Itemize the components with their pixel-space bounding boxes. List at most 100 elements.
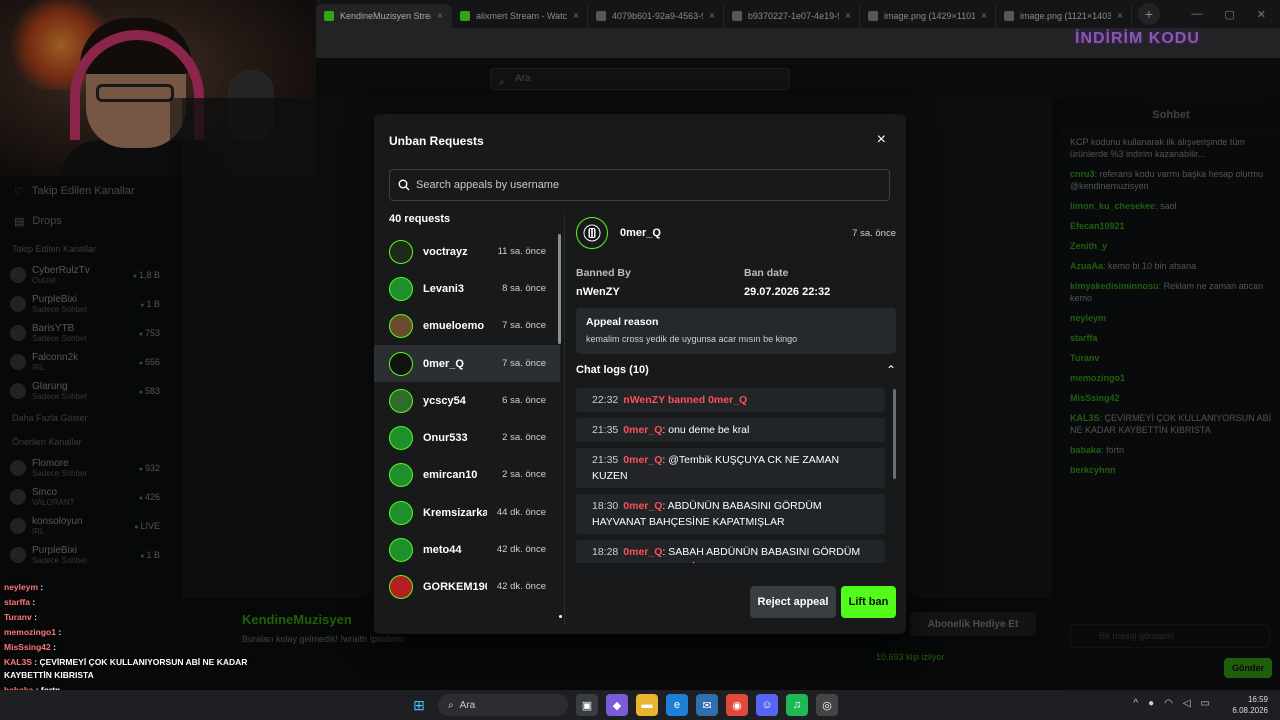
appeal-reason-box: Appeal reason kemalim cross yedik de uyg…	[576, 308, 896, 354]
log-user[interactable]: 0mer_Q	[623, 454, 662, 466]
club-badge-icon	[583, 224, 601, 242]
request-time: 2 sa. önce	[502, 432, 546, 444]
appeal-search-box[interactable]	[389, 169, 890, 201]
wifi-icon[interactable]: ◠	[1164, 698, 1173, 709]
user-avatar	[389, 426, 413, 451]
ban-date-block: Ban date 29.07.2026 22:32	[744, 267, 830, 298]
request-item[interactable]: emircan10 2 sa. önce	[374, 457, 560, 494]
clock-time: 16:59	[1247, 695, 1268, 704]
detail-user: 0mer_Q	[576, 217, 661, 249]
request-username: GORKEM1905	[423, 581, 487, 594]
user-avatar	[389, 388, 413, 413]
ban-date-label: Ban date	[744, 267, 789, 279]
request-time: 6 sa. önce	[502, 394, 546, 406]
chat-log-scrollbar[interactable]	[893, 389, 896, 479]
request-item[interactable]: meto44 42 dk. önce	[374, 531, 560, 568]
task-view-icon[interactable]: ▣	[576, 694, 598, 716]
taskbar-search-label: Ara	[459, 699, 476, 711]
log-text: : onu deme be kral	[662, 424, 750, 436]
taskbar-search[interactable]: ⌕ Ara	[438, 694, 568, 716]
overlay-chat-line: memozingo1 :	[0, 625, 300, 640]
request-username: emueloemo	[423, 320, 485, 333]
user-avatar	[389, 500, 413, 525]
request-count: 40 requests	[389, 213, 451, 225]
chat-logs-header[interactable]: Chat logs (10) ⌃	[576, 363, 896, 377]
request-item[interactable]: Levani3 8 sa. önce	[374, 270, 560, 307]
log-user[interactable]: 0mer_Q	[623, 500, 662, 512]
overlay-chat-user: MisSsing42	[4, 642, 51, 652]
overlay-chat-line: starffa :	[0, 595, 300, 610]
overlay-chat-user: KAL3S	[4, 657, 32, 667]
windows-start-icon[interactable]: ⊞	[408, 694, 430, 716]
user-avatar	[389, 351, 413, 376]
request-username: Levani3	[423, 282, 464, 295]
ban-date-value: 29.07.2026 22:32	[744, 286, 831, 298]
overlay-chat-user: starffa	[4, 597, 30, 607]
log-user[interactable]: 0mer_Q	[623, 424, 662, 436]
user-avatar	[576, 217, 608, 249]
user-avatar	[389, 575, 413, 600]
mail-icon[interactable]: ✉	[696, 694, 718, 716]
request-username: meto44	[423, 544, 462, 557]
chevron-up-icon[interactable]: ^	[1133, 698, 1138, 709]
close-icon[interactable]: ×	[877, 131, 886, 149]
banned-by-label: Banned By	[576, 267, 631, 279]
battery-icon[interactable]: ▭	[1201, 698, 1210, 709]
request-item[interactable]: emueloemo 7 sa. önce	[374, 308, 560, 345]
system-tray: ^ ● ◠ ◁ ▭	[1133, 698, 1210, 709]
overlay-chat-user: Turanv	[4, 612, 32, 622]
appeal-reason-text: kemalim cross yedik de uygunsa acar mısı…	[586, 334, 798, 344]
file-explorer-icon[interactable]: ▬	[636, 694, 658, 716]
request-item[interactable]: voctrayz 11 sa. önce	[374, 233, 560, 270]
request-username: 0mer_Q	[423, 357, 464, 370]
request-item[interactable]: Onur533 2 sa. önce	[374, 419, 560, 456]
chat-logs-label: Chat logs (10)	[576, 364, 649, 376]
copilot-icon[interactable]: ◆	[606, 694, 628, 716]
user-avatar	[389, 538, 413, 563]
chrome-icon[interactable]: ◉	[726, 694, 748, 716]
request-time: 7 sa. önce	[502, 320, 546, 332]
appeal-search-input[interactable]	[416, 179, 889, 191]
request-item[interactable]: ycscy54 6 sa. önce	[374, 382, 560, 419]
user-avatar	[389, 463, 413, 488]
overlay-chat-separator: :	[31, 612, 37, 622]
request-time: 42 dk. önce	[496, 544, 546, 556]
chevron-up-icon[interactable]: ⌃	[886, 363, 896, 377]
panel-divider	[564, 214, 565, 624]
request-list-scrollbar[interactable]	[558, 234, 561, 344]
banned-by-value: nWenZY	[576, 286, 620, 298]
discord-icon[interactable]: ☺	[756, 694, 778, 716]
request-list: voctrayz 11 sa. önce Levani3 8 sa. önce emue…	[374, 233, 560, 618]
overlay-chat-text: ÇEVİRMEYİ ÇOK KULLANIYORSUN ABİ NE KADAR…	[4, 657, 248, 680]
log-time: 21:35	[592, 424, 619, 436]
request-item[interactable]: 0mer_Q 7 sa. önce	[374, 344, 560, 383]
microphone-icon[interactable]: ●	[1148, 698, 1154, 709]
overlay-chat-separator: :	[55, 627, 62, 637]
request-item[interactable]: Kremsizarkadan1 44 dk. önce	[374, 494, 560, 531]
overlay-chat-line: MisSsing42 :	[0, 640, 300, 655]
request-time: 2 sa. önce	[502, 469, 546, 481]
reject-appeal-button[interactable]: Reject appeal	[750, 586, 836, 618]
overlay-chat-user: memozingo1	[4, 627, 56, 637]
edge-icon[interactable]: e	[666, 694, 688, 716]
request-time: 7 sa. önce	[502, 357, 546, 369]
obs-icon[interactable]: ◎	[816, 694, 838, 716]
detail-username: 0mer_Q	[620, 227, 661, 239]
log-user[interactable]: 0mer_Q	[623, 546, 662, 558]
taskbar-clock[interactable]: 16:59 6.08.2026	[1232, 694, 1268, 716]
unban-requests-modal: Unban Requests × 40 requests voctrayz 11 …	[374, 114, 906, 634]
overlay-chat-line: Turanv :	[0, 610, 300, 625]
user-avatar	[389, 276, 413, 301]
request-time: 8 sa. önce	[502, 282, 546, 294]
log-time: 21:35	[592, 454, 619, 466]
detail-time: 7 sa. önce	[852, 228, 896, 239]
log-user[interactable]: nWenZY banned 0mer_Q	[623, 394, 747, 406]
banned-by-block: Banned By nWenZY	[576, 267, 631, 298]
volume-icon[interactable]: ◁	[1183, 698, 1191, 709]
request-item[interactable]: GORKEM1905 42 dk. önce	[374, 569, 560, 606]
user-avatar	[389, 239, 413, 264]
overlay-chat-separator: :	[38, 582, 44, 592]
lift-ban-button[interactable]: Lift ban	[841, 586, 896, 618]
request-username: Onur533	[423, 432, 468, 445]
spotify-icon[interactable]: ♫	[786, 694, 808, 716]
